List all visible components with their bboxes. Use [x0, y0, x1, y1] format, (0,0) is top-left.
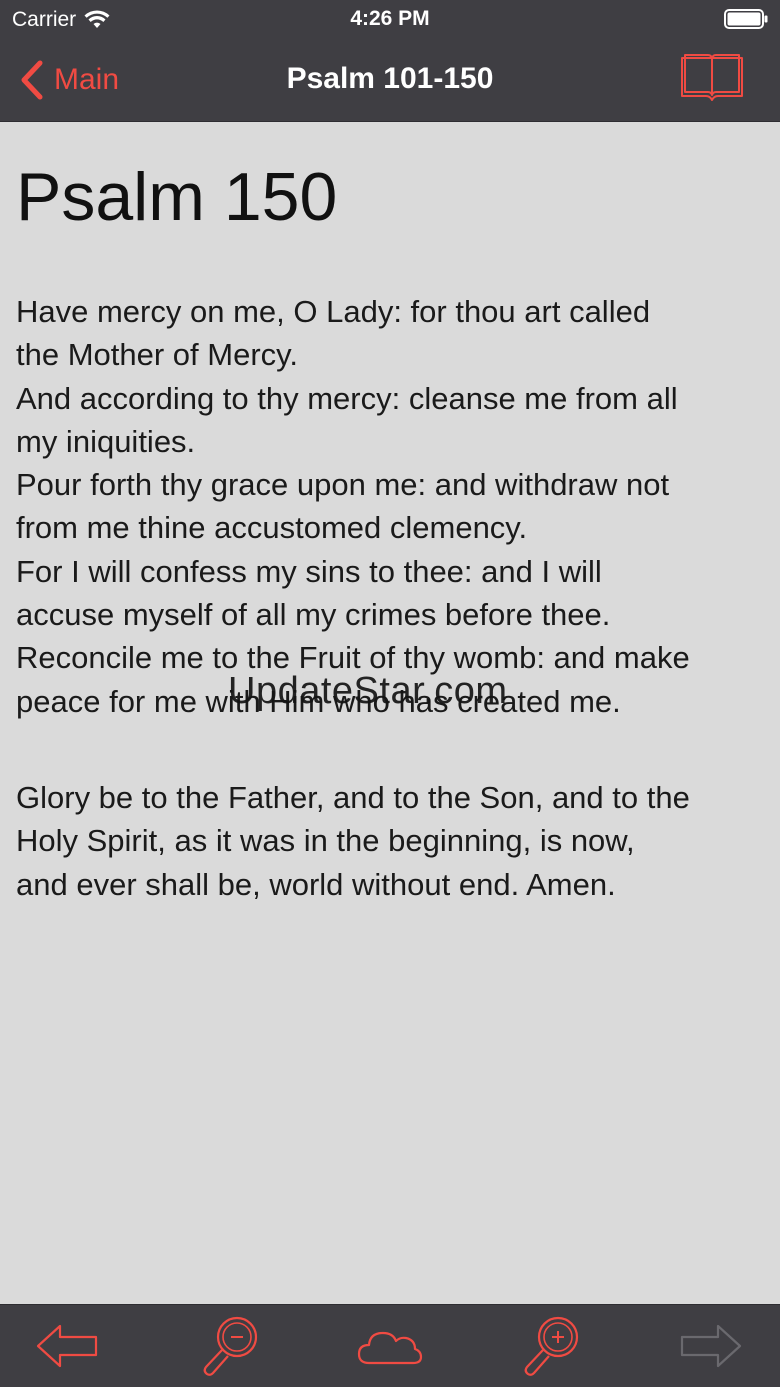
psalm-title: Psalm 150	[16, 159, 338, 235]
arrow-right-icon	[680, 1324, 742, 1368]
status-time: 4:26 PM	[350, 7, 430, 30]
page-title: Psalm 101-150	[286, 62, 494, 95]
verse-line: accuse myself of all my crimes before th…	[16, 597, 611, 633]
doxology: Glory be to the Father, and to the Son, …	[16, 776, 768, 906]
cloud-icon	[357, 1331, 423, 1365]
verse-line: my iniquities.	[16, 423, 196, 459]
status-bar: Carrier 4:26 PM	[0, 0, 780, 40]
next-button[interactable]	[676, 1313, 746, 1379]
battery-icon	[724, 9, 768, 29]
doxology-line: Glory be to the Father, and to the Son, …	[16, 780, 690, 815]
previous-button[interactable]	[32, 1313, 102, 1379]
cloud-button[interactable]	[355, 1313, 425, 1379]
navigation-bar: Main Psalm 101-150	[0, 40, 780, 121]
book-button[interactable]	[680, 52, 744, 104]
zoom-out-icon	[203, 1316, 258, 1376]
bottom-toolbar	[0, 1304, 780, 1387]
verse-line: Reconcile me to the Fruit of thy womb: a…	[16, 640, 690, 676]
verse-line: Have mercy on me, O Lady: for thou art c…	[16, 294, 651, 329]
doxology-line: and ever shall be, world without end. Am…	[16, 866, 616, 902]
verse-line: the Mother of Mercy.	[16, 337, 298, 373]
verse-line: For I will confess my sins to thee: and …	[16, 553, 602, 589]
verse-line: peace for me with Him who has created me…	[16, 683, 621, 719]
doxology-line: Holy Spirit, as it was in the beginning,…	[16, 823, 635, 859]
verse-line: from me thine accustomed clemency.	[16, 510, 528, 546]
psalm-verses: Have mercy on me, O Lady: for thou art c…	[16, 290, 768, 723]
zoom-in-icon	[524, 1316, 579, 1376]
open-book-icon	[681, 54, 743, 101]
verse-line: Pour forth thy grace upon me: and withdr…	[16, 467, 670, 503]
verse-line: And according to thy mercy: cleanse me f…	[16, 380, 678, 416]
top-bar: Carrier 4:26 PM Main Psalm 101-150	[0, 0, 780, 122]
arrow-left-icon	[36, 1324, 98, 1368]
zoom-in-button[interactable]	[516, 1313, 586, 1379]
zoom-out-button[interactable]	[195, 1313, 265, 1379]
psalm-content: Psalm 150 Have mercy on me, O Lady: for …	[0, 122, 780, 1304]
